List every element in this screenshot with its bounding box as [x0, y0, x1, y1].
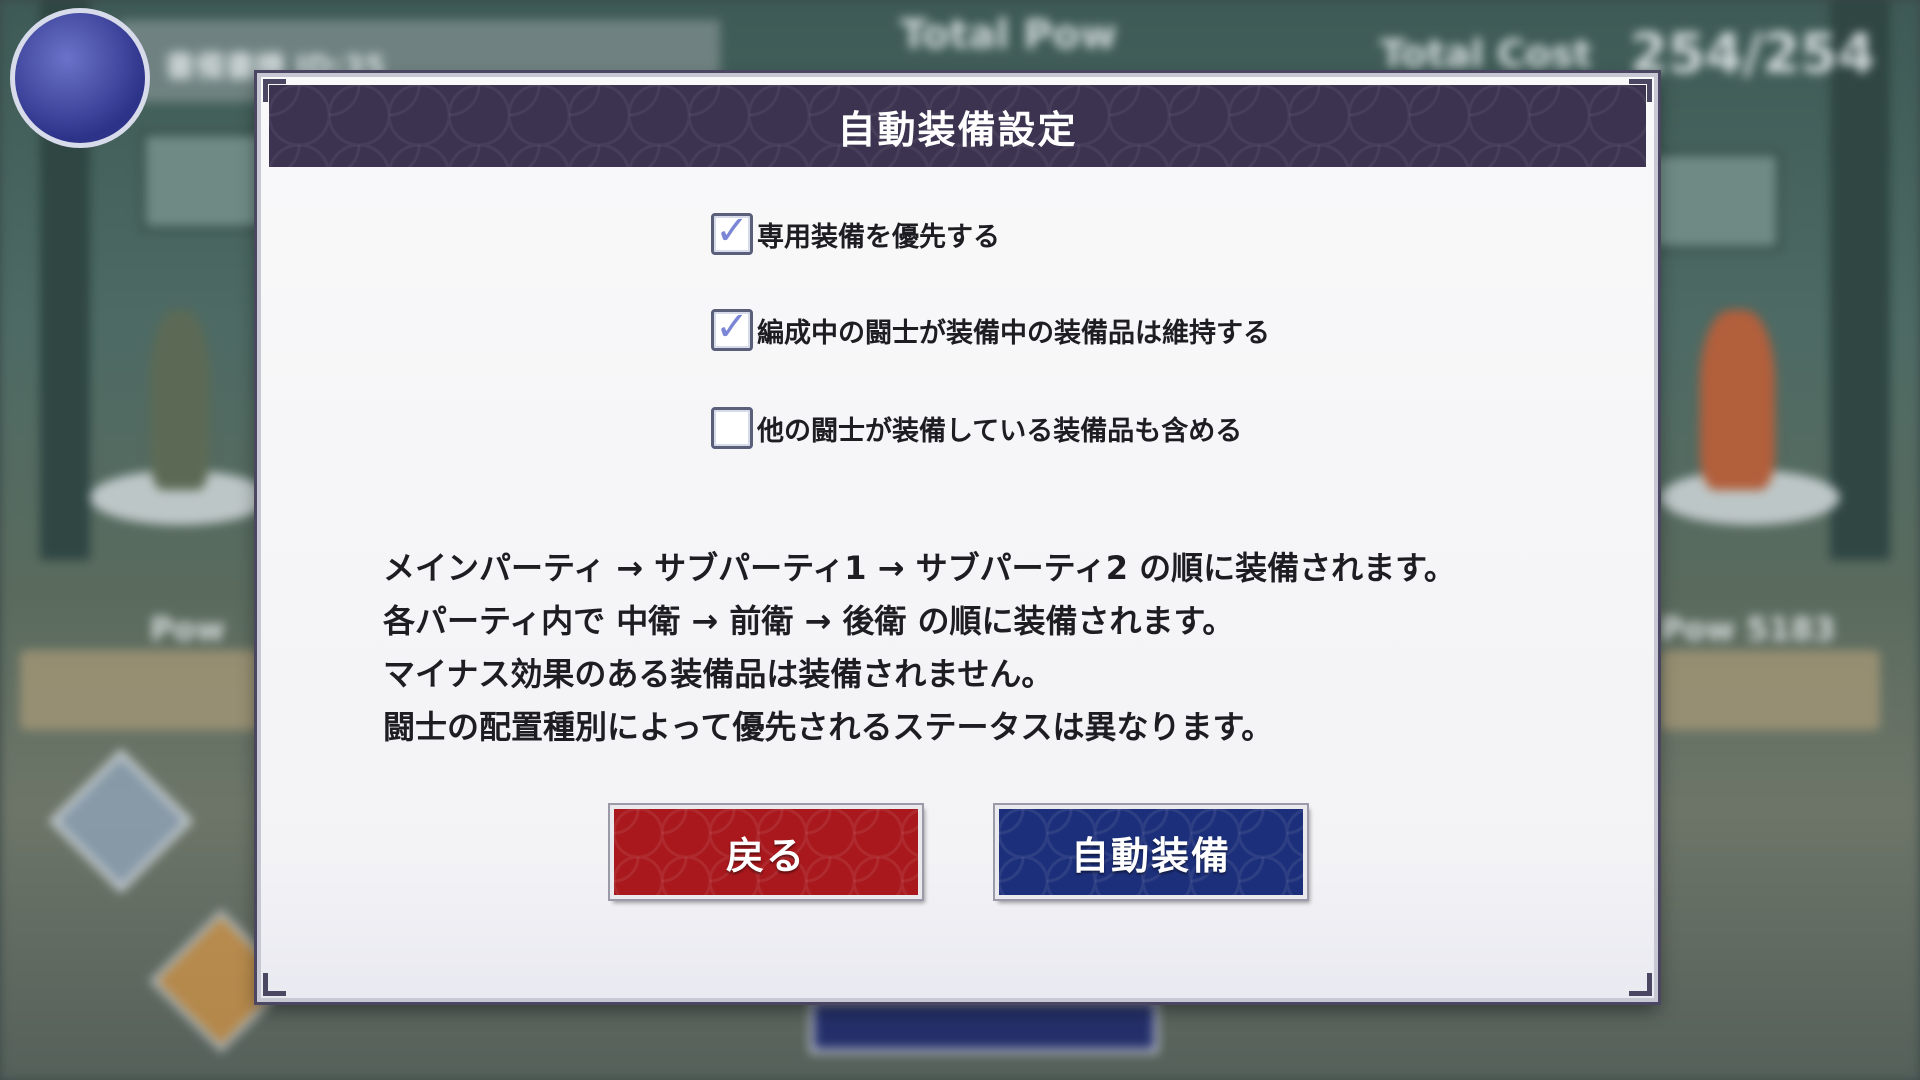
left-unit-label: Pow	[150, 610, 225, 648]
game-screen: Pow Pow 5183 書備書機 ID:35 Total Pow Total …	[0, 0, 1920, 1080]
description-line: マイナス効果のある装備品は装備されません。	[383, 655, 1054, 693]
check-icon: ✓	[715, 208, 749, 254]
option-keep-current-equipment[interactable]: ✓ 編成中の闘士が装備中の装備品は維持する	[711, 304, 1270, 351]
checkbox-include-others-equipment[interactable]	[711, 407, 753, 449]
checkbox-prioritize-exclusive[interactable]: ✓	[711, 208, 753, 255]
total-pow-label: Total Pow	[900, 12, 1117, 58]
auto-equip-button-label: 自動装備	[1070, 833, 1231, 878]
option-include-others-equipment[interactable]: 他の闘士が装備している装備品も含める	[711, 407, 1242, 449]
back-button-label: 戻る	[725, 833, 806, 878]
character-sprite	[150, 310, 210, 490]
corner-ornament	[263, 973, 286, 996]
back-button[interactable]: 戻る	[610, 805, 922, 899]
unit-info-plate	[1660, 650, 1880, 730]
option-label: 他の闘士が装備している装備品も含める	[757, 415, 1243, 447]
option-prioritize-exclusive[interactable]: ✓ 専用装備を優先する	[711, 208, 1000, 255]
bottom-bar	[810, 1000, 1158, 1053]
description-line: 各パーティ内で 中衛 → 前衛 → 後衛 の順に装備されます。	[383, 602, 1235, 640]
right-unit-label: Pow 5183	[1660, 610, 1836, 648]
character-sprite	[1700, 310, 1775, 490]
description-text: メインパーティ → サブパーティ1 → サブパーティ2 の順に装備されます。 各…	[383, 542, 1456, 754]
check-icon: ✓	[715, 304, 749, 350]
corner-ornament	[1629, 973, 1652, 996]
dialog-header: 自動装備設定	[269, 85, 1646, 167]
description-line: 闘士の配置種別によって優先されるステータスは異なります。	[383, 708, 1274, 746]
option-label: 編成中の闘士が装備中の装備品は維持する	[757, 317, 1270, 349]
description-line: メインパーティ → サブパーティ1 → サブパーティ2 の順に装備されます。	[383, 549, 1456, 587]
total-cost-label: Total Cost	[1380, 32, 1592, 76]
unit-info-plate	[20, 650, 260, 730]
auto-equip-settings-dialog: 自動装備設定 ✓ 専用装備を優先する ✓ 編成中の闘士が装備中の装備品は維持する…	[257, 73, 1658, 1002]
back-circle-icon[interactable]	[10, 8, 150, 148]
total-cost-value: 254/254	[1630, 22, 1876, 85]
checkbox-keep-current-equipment[interactable]: ✓	[711, 304, 753, 351]
dialog-title: 自動装備設定	[837, 107, 1078, 152]
option-label: 専用装備を優先する	[757, 221, 1000, 253]
auto-equip-button[interactable]: 自動装備	[995, 805, 1307, 899]
